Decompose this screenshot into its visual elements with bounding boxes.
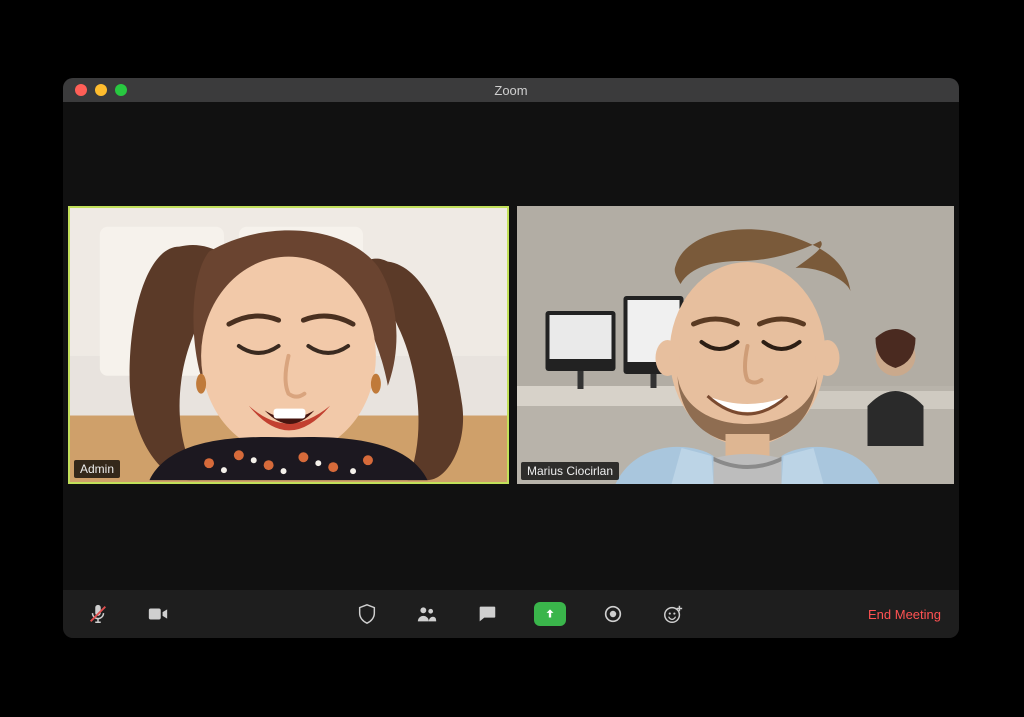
record-icon bbox=[602, 603, 624, 625]
video-feed-marius bbox=[517, 206, 954, 484]
end-meeting-button[interactable]: End Meeting bbox=[868, 607, 959, 622]
video-grid: Admin bbox=[68, 206, 954, 484]
participants-button[interactable] bbox=[414, 601, 440, 627]
video-icon bbox=[147, 603, 169, 625]
mute-button[interactable] bbox=[85, 601, 111, 627]
share-screen-icon bbox=[543, 607, 557, 621]
meeting-toolbar: End Meeting bbox=[63, 590, 959, 638]
shield-icon bbox=[356, 603, 378, 625]
reactions-icon bbox=[662, 603, 684, 625]
minimize-window-button[interactable] bbox=[95, 84, 107, 96]
video-feed-admin bbox=[70, 208, 507, 482]
traffic-lights bbox=[75, 84, 127, 96]
video-button[interactable] bbox=[145, 601, 171, 627]
chat-button[interactable] bbox=[474, 601, 500, 627]
share-screen-button[interactable] bbox=[534, 602, 566, 626]
record-button[interactable] bbox=[600, 601, 626, 627]
participant-name-label: Admin bbox=[74, 460, 120, 478]
security-button[interactable] bbox=[354, 601, 380, 627]
microphone-muted-icon bbox=[87, 603, 109, 625]
app-window: Zoom bbox=[63, 78, 959, 638]
participants-icon bbox=[416, 603, 438, 625]
window-title: Zoom bbox=[63, 83, 959, 98]
reactions-button[interactable] bbox=[660, 601, 686, 627]
close-window-button[interactable] bbox=[75, 84, 87, 96]
participant-name-label: Marius Ciocirlan bbox=[521, 462, 619, 480]
maximize-window-button[interactable] bbox=[115, 84, 127, 96]
video-tile-admin[interactable]: Admin bbox=[68, 206, 509, 484]
meeting-content: Admin bbox=[63, 102, 959, 590]
toolbar-left-group bbox=[63, 601, 171, 627]
video-tile-marius[interactable]: Marius Ciocirlan bbox=[517, 206, 954, 484]
toolbar-center-group bbox=[171, 601, 868, 627]
chat-icon bbox=[476, 603, 498, 625]
titlebar: Zoom bbox=[63, 78, 959, 102]
